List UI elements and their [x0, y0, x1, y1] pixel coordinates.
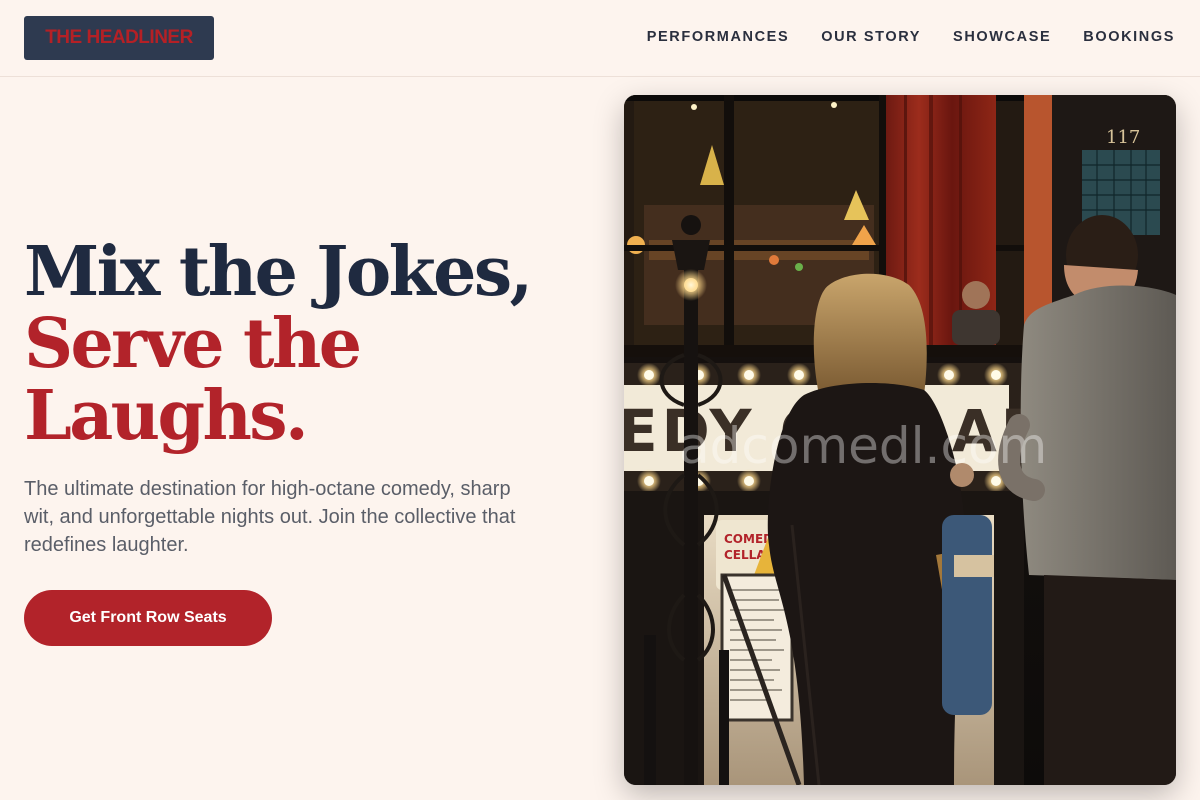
nav-link-bookings[interactable]: BOOKINGS [1083, 29, 1175, 45]
get-front-row-seats-button[interactable]: Get Front Row Seats [24, 590, 272, 646]
nav-link-our-story[interactable]: OUR STORY [821, 29, 921, 45]
hero-title: Mix the Jokes, Serve the Laughs. [24, 232, 533, 456]
door-number-text: 117 [1106, 127, 1140, 148]
hero-title-line-2: Serve the [24, 304, 362, 384]
site-header: THE HEADLINER PERFORMANCES OUR STORY SHO… [0, 0, 1200, 77]
nav-link-showcase[interactable]: SHOWCASE [953, 29, 1051, 45]
nav-link-performances[interactable]: PERFORMANCES [647, 29, 789, 45]
hero-subtitle: The ultimate destination for high-octane… [24, 478, 516, 556]
photo-watermark: adcomedl.com [679, 417, 1047, 475]
main-nav: PERFORMANCES OUR STORY SHOWCASE BOOKINGS [615, 29, 1175, 45]
hero-photo: 117 EDY CELLAR [624, 95, 1176, 785]
hero-title-line-1: Mix the Jokes, [24, 232, 533, 312]
hero-title-line-3: Laughs. [24, 376, 309, 456]
comedy-club-entrance-image: 117 EDY CELLAR [624, 95, 1176, 785]
brand-logo[interactable]: THE HEADLINER [24, 16, 214, 60]
